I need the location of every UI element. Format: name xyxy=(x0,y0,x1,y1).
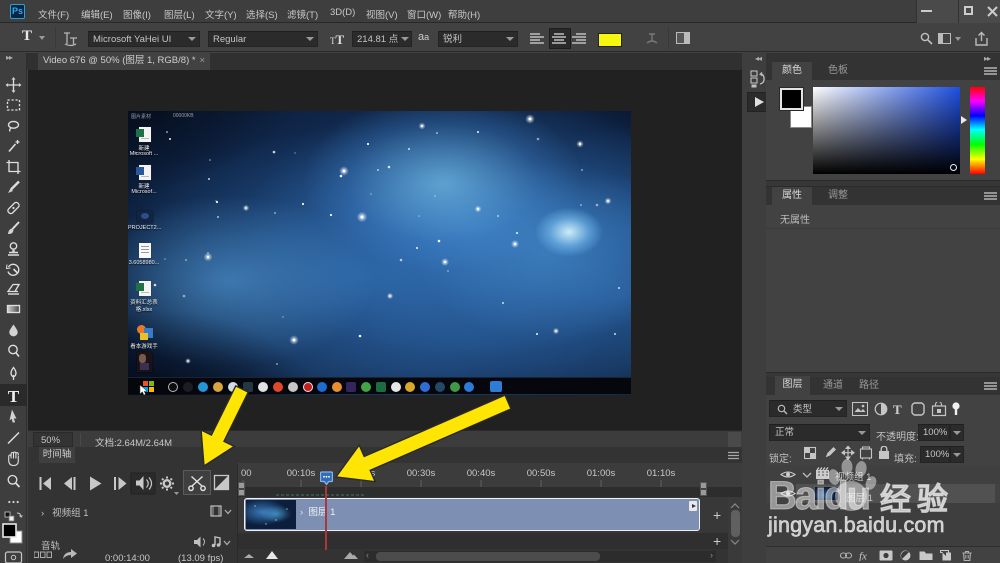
svg-text:00:10s: 00:10s xyxy=(287,468,316,479)
svg-text:00: 00 xyxy=(241,468,252,479)
svg-text:T: T xyxy=(8,387,20,406)
svg-text:00:20s: 00:20s xyxy=(347,468,376,479)
svg-text:T: T xyxy=(893,402,902,417)
svg-text:01:00s: 01:00s xyxy=(587,468,616,479)
svg-text:00:40s: 00:40s xyxy=(467,468,496,479)
svg-text:00:50s: 00:50s xyxy=(527,468,556,479)
svg-text:00:30s: 00:30s xyxy=(407,468,436,479)
svg-text:01:10s: 01:10s xyxy=(647,468,676,479)
svg-text:fx: fx xyxy=(859,551,867,562)
